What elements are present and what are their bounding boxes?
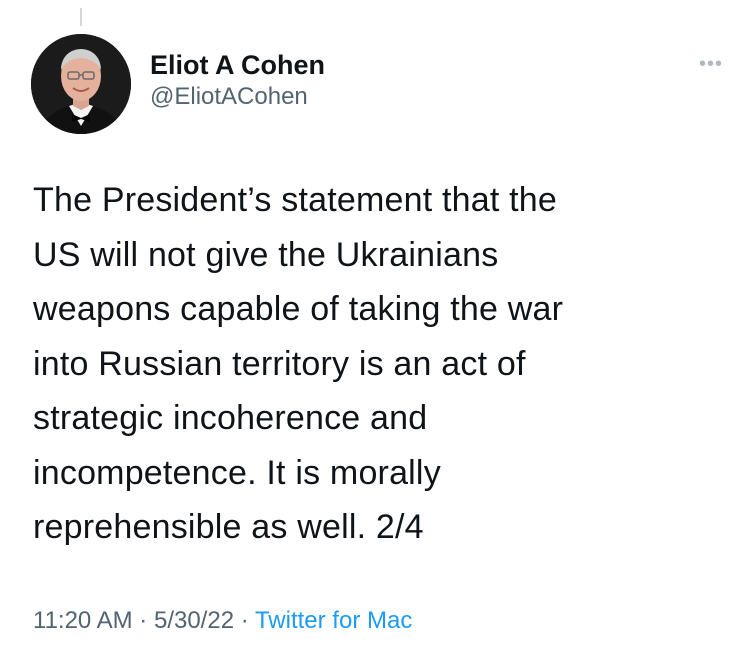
tweet-source-link[interactable]: Twitter for Mac xyxy=(255,607,412,634)
tweet-body-text: The President’s statement that the US wi… xyxy=(33,181,564,546)
tweet-header: Eliot A Cohen @EliotACohen xyxy=(150,50,325,111)
author-display-name[interactable]: Eliot A Cohen xyxy=(150,50,325,80)
tweet-time[interactable]: 11:20 AM xyxy=(33,607,133,634)
more-horizontal-icon: ••• xyxy=(698,53,723,75)
tweet-card: Eliot A Cohen @EliotACohen ••• The Presi… xyxy=(0,0,748,662)
author-handle[interactable]: @EliotACohen xyxy=(150,83,325,111)
tweet-date[interactable]: 5/30/22 xyxy=(154,607,234,634)
more-options-button[interactable]: ••• xyxy=(696,54,726,74)
meta-separator: · xyxy=(240,607,249,634)
meta-separator: · xyxy=(139,607,148,634)
avatar[interactable] xyxy=(31,34,131,134)
tweet-metadata: 11:20 AM · 5/30/22 · Twitter for Mac xyxy=(33,606,412,636)
thread-connector-line xyxy=(80,8,82,26)
avatar-image xyxy=(31,34,131,134)
